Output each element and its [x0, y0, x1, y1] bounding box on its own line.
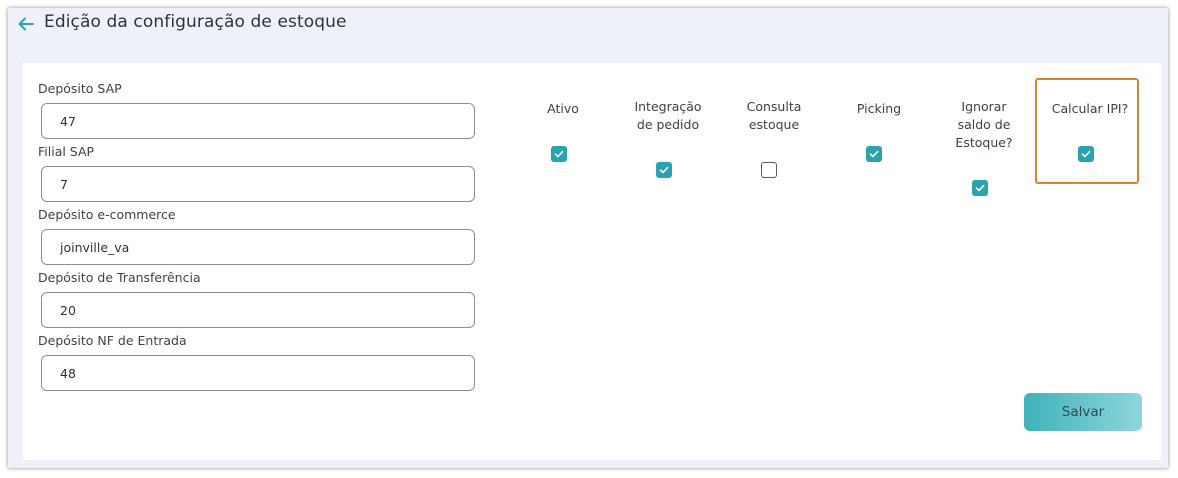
option-consulta-label: Consulta estoque: [746, 99, 802, 132]
check-icon: [659, 166, 669, 174]
option-picking-checkbox[interactable]: [866, 146, 882, 162]
deposito-transferencia-input[interactable]: [41, 292, 475, 328]
option-consulta-checkbox[interactable]: [761, 162, 777, 178]
option-ativo-checkbox[interactable]: [551, 146, 567, 162]
app-window: Edição da configuração de estoque Depósi…: [8, 8, 1168, 468]
deposito-ecommerce-input[interactable]: [41, 229, 475, 265]
check-icon: [869, 150, 879, 158]
deposito-nf-entrada-label: Depósito NF de Entrada: [38, 333, 187, 348]
deposito-ecommerce-label: Depósito e-commerce: [38, 207, 176, 222]
deposito-sap-label: Depósito SAP: [38, 81, 122, 96]
option-calcular-ipi-label: Calcular IPI?: [1051, 101, 1129, 116]
option-integracao-checkbox[interactable]: [656, 162, 672, 178]
option-integracao-label: Integração de pedido: [634, 99, 702, 132]
option-picking-label: Picking: [856, 101, 902, 116]
filial-sap-input[interactable]: [41, 166, 475, 202]
arrow-left-icon[interactable]: [16, 14, 36, 34]
deposito-nf-entrada-input[interactable]: [41, 355, 475, 391]
option-ignorar-saldo-label: Ignorar saldo de Estoque?: [955, 99, 1013, 150]
save-button[interactable]: Salvar: [1024, 393, 1142, 431]
option-calcular-ipi-checkbox[interactable]: [1078, 146, 1094, 162]
check-icon: [1081, 150, 1091, 158]
highlight-frame: [1035, 78, 1139, 184]
option-ignorar-saldo-checkbox[interactable]: [972, 180, 988, 196]
page-title: Edição da configuração de estoque: [44, 12, 347, 32]
check-icon: [975, 184, 985, 192]
check-icon: [554, 150, 564, 158]
deposito-sap-input[interactable]: [41, 103, 475, 139]
page-header: Edição da configuração de estoque: [8, 8, 1168, 58]
form-card: Depósito SAP Filial SAP Depósito e-comme…: [23, 63, 1161, 460]
option-ativo-label: Ativo: [547, 101, 579, 116]
filial-sap-label: Filial SAP: [38, 144, 95, 159]
deposito-transferencia-label: Depósito de Transferência: [38, 270, 201, 285]
